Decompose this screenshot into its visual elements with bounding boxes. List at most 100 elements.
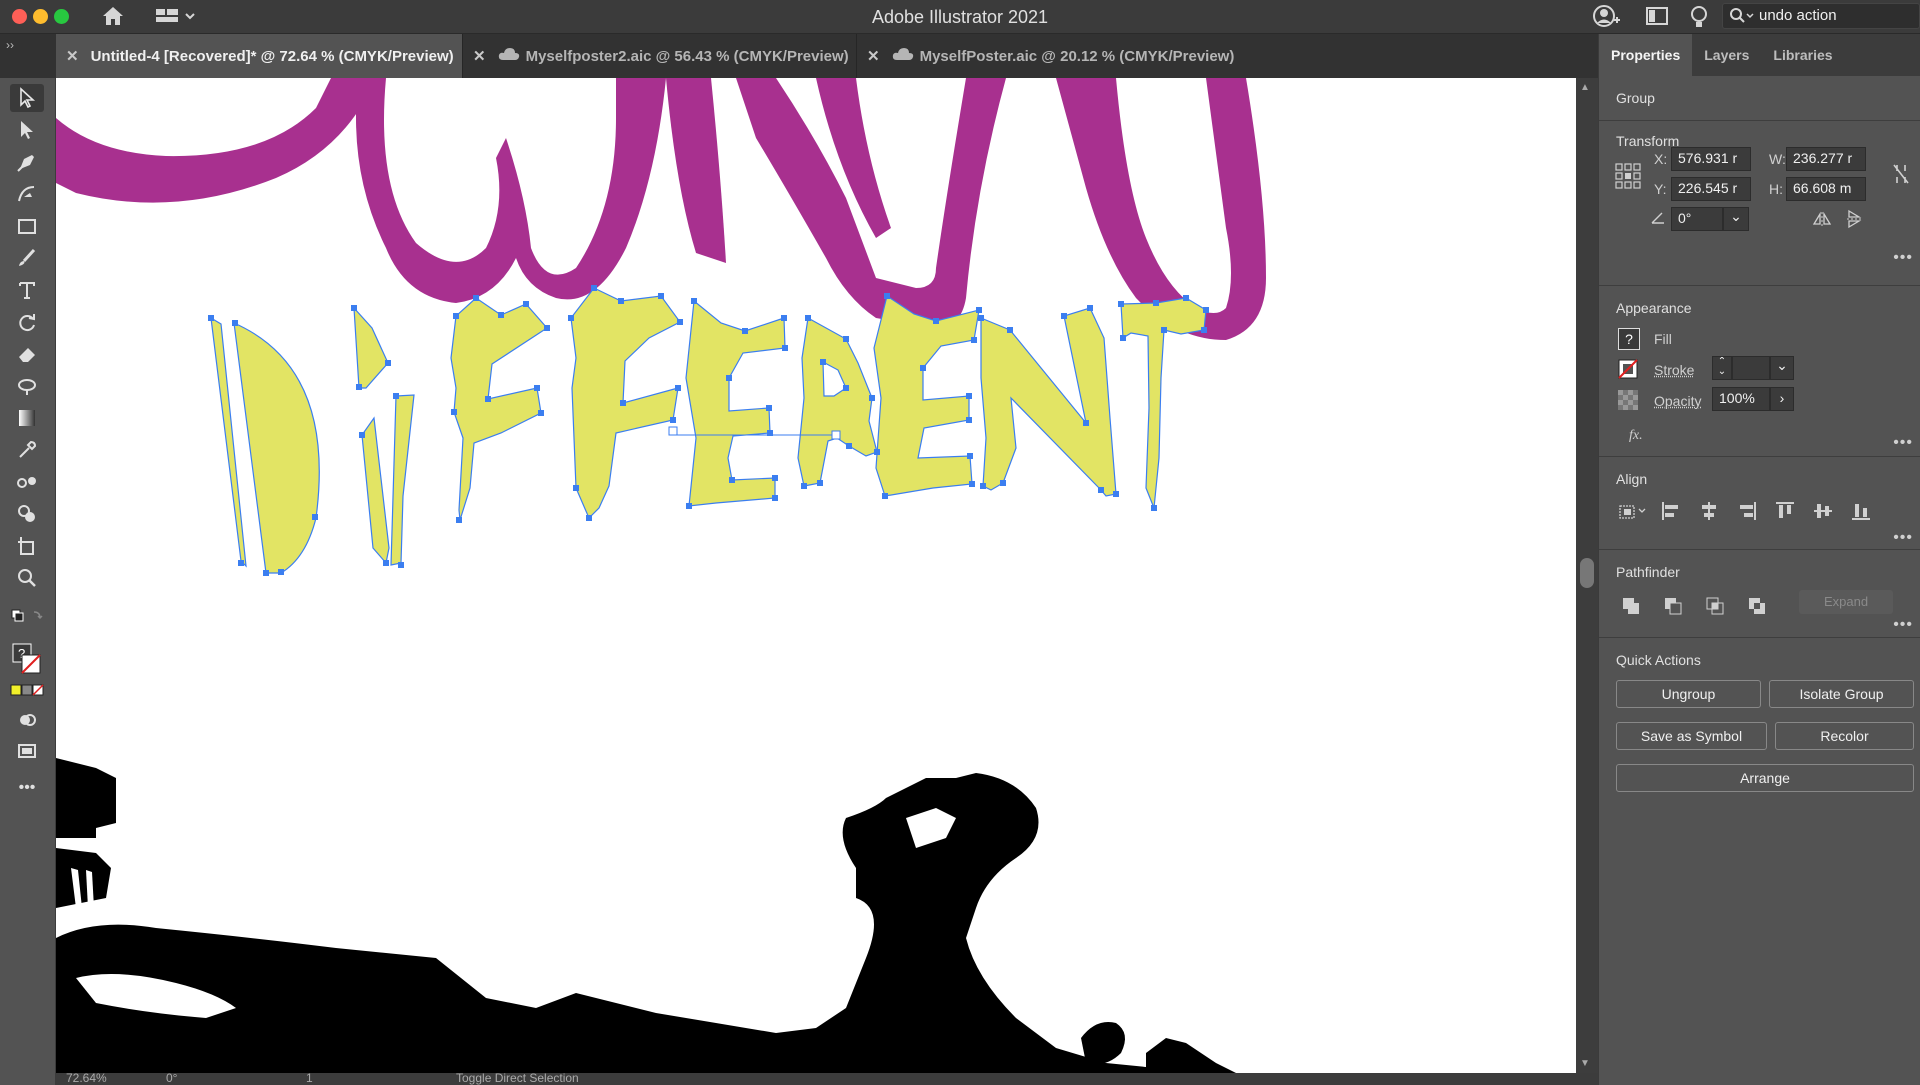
pathfinder-minus-front-icon[interactable] <box>1661 594 1685 618</box>
search-input-value: undo action <box>1759 7 1837 24</box>
fill-stroke-swatches[interactable]: ? <box>10 640 44 678</box>
tab-layers[interactable]: Layers <box>1692 34 1761 76</box>
rotate-dropdown-icon[interactable]: ⌄ <box>1723 207 1749 231</box>
rectangle-tool-icon[interactable] <box>10 212 44 240</box>
pathfinder-section: Pathfinder Expand ••• <box>1599 550 1920 638</box>
zoom-level[interactable]: 72.64% <box>66 1071 107 1085</box>
w-label: W: <box>1769 151 1786 167</box>
eyedropper-tool-icon[interactable] <box>10 436 44 464</box>
appearance-more-icon[interactable]: ••• <box>1893 434 1913 452</box>
discover-lightbulb-icon[interactable] <box>1688 4 1710 35</box>
pathfinder-unite-icon[interactable] <box>1619 594 1643 618</box>
width-tool-icon[interactable] <box>10 372 44 400</box>
rotation-view[interactable]: 0° <box>166 1071 177 1085</box>
status-tool-hint: Toggle Direct Selection <box>456 1071 579 1085</box>
tab-libraries[interactable]: Libraries <box>1761 34 1844 76</box>
transform-more-icon[interactable]: ••• <box>1893 249 1913 267</box>
curvature-tool-icon[interactable] <box>10 180 44 208</box>
constrain-proportions-icon[interactable] <box>1889 161 1913 187</box>
close-tab-icon[interactable]: ✕ <box>867 47 880 65</box>
reference-point-icon[interactable] <box>1614 162 1642 190</box>
align-horizontal-center-icon[interactable] <box>1697 499 1721 523</box>
expand-button[interactable]: Expand <box>1799 590 1893 614</box>
blend-tool-icon[interactable] <box>10 468 44 496</box>
drawing-modes-icon[interactable] <box>10 706 44 734</box>
h-label: H: <box>1769 181 1783 197</box>
document-tab-myselfposter[interactable]: ✕ MyselfPoster.aic @ 20.12 % (CMYK/Previ… <box>856 34 1246 78</box>
screen-mode-icon[interactable] <box>10 738 44 766</box>
fill-swatch-unknown-icon[interactable]: ? <box>1618 328 1640 350</box>
collapse-panels-icon[interactable]: ›› <box>6 38 14 52</box>
arrange-documents-icon[interactable] <box>1645 4 1669 33</box>
scroll-down-icon[interactable]: ▼ <box>1580 1058 1590 1069</box>
align-to-selection-icon[interactable] <box>1617 499 1649 523</box>
opacity-field[interactable]: 100% <box>1712 387 1770 411</box>
align-left-icon[interactable] <box>1659 499 1683 523</box>
isolate-group-button[interactable]: Isolate Group <box>1769 680 1914 708</box>
align-more-icon[interactable]: ••• <box>1893 529 1913 547</box>
artwork <box>56 78 1266 1073</box>
stroke-swatch-none-icon[interactable] <box>1618 359 1638 379</box>
align-top-icon[interactable] <box>1773 499 1797 523</box>
type-tool-icon[interactable] <box>10 276 44 304</box>
align-vertical-center-icon[interactable] <box>1811 499 1835 523</box>
fx-icon[interactable]: fx. <box>1629 428 1643 444</box>
artboard-tool-icon[interactable] <box>10 532 44 560</box>
fill-label: Fill <box>1654 331 1672 347</box>
bezier-handle[interactable] <box>831 430 841 440</box>
gradient-tool-icon[interactable] <box>10 404 44 432</box>
x-field[interactable]: 576.931 r <box>1671 147 1751 171</box>
direct-selection-tool-icon[interactable] <box>10 116 44 144</box>
h-field[interactable]: 66.608 m <box>1786 177 1866 201</box>
align-title: Align <box>1616 471 1648 487</box>
artboard-navigation[interactable]: 1 <box>306 1071 313 1085</box>
paintbrush-tool-icon[interactable] <box>10 244 44 272</box>
edit-toolbar-more-icon[interactable]: ••• <box>10 774 44 802</box>
arrange-button[interactable]: Arrange <box>1616 764 1914 792</box>
align-bottom-icon[interactable] <box>1849 499 1873 523</box>
shape-builder-tool-icon[interactable] <box>10 500 44 528</box>
close-tab-icon[interactable]: ✕ <box>66 47 79 65</box>
zoom-tool-icon[interactable] <box>10 564 44 592</box>
stroke-weight-field[interactable] <box>1732 356 1770 380</box>
tab-properties[interactable]: Properties <box>1599 34 1693 76</box>
w-field[interactable]: 236.277 r <box>1786 147 1866 171</box>
opacity-expand-icon[interactable]: › <box>1770 387 1794 411</box>
scroll-thumb[interactable] <box>1580 558 1594 588</box>
artboard[interactable] <box>56 78 1576 1073</box>
pen-tool-icon[interactable] <box>10 148 44 176</box>
color-mode-icon[interactable] <box>10 682 44 698</box>
pathfinder-more-icon[interactable]: ••• <box>1893 616 1913 634</box>
y-field[interactable]: 226.545 r <box>1671 177 1751 201</box>
flip-vertical-icon[interactable] <box>1843 209 1865 229</box>
bezier-handle[interactable] <box>668 426 678 436</box>
pathfinder-exclude-icon[interactable] <box>1745 594 1769 618</box>
close-tab-icon[interactable]: ✕ <box>473 47 486 65</box>
document-tab-untitled-4[interactable]: ✕ Untitled-4 [Recovered]* @ 72.64 % (CMY… <box>56 34 462 78</box>
rotate-tool-icon[interactable] <box>10 308 44 336</box>
vertical-scrollbar[interactable]: ▲ ▼ <box>1576 78 1598 1073</box>
eraser-tool-icon[interactable] <box>10 340 44 368</box>
quick-actions-title: Quick Actions <box>1616 652 1701 668</box>
stroke-weight-dropdown-icon[interactable]: ⌄ <box>1770 356 1794 380</box>
opacity-label[interactable]: Opacity <box>1654 393 1701 409</box>
align-right-icon[interactable] <box>1735 499 1759 523</box>
recolor-button[interactable]: Recolor <box>1775 722 1914 750</box>
selection-tool-icon[interactable] <box>10 84 44 112</box>
pathfinder-intersect-icon[interactable] <box>1703 594 1727 618</box>
default-fill-stroke-icon[interactable] <box>10 606 44 628</box>
canvas-area[interactable] <box>56 78 1576 1085</box>
align-section: Align ••• <box>1599 457 1920 550</box>
search-field[interactable]: undo action <box>1722 3 1920 29</box>
different-lettering <box>210 287 1207 574</box>
ungroup-button[interactable]: Ungroup <box>1616 680 1761 708</box>
document-tab-myselfposter2[interactable]: ✕ Myselfposter2.aic @ 56.43 % (CMYK/Prev… <box>462 34 856 78</box>
save-as-symbol-button[interactable]: Save as Symbol <box>1616 722 1767 750</box>
rotate-field[interactable]: 0° <box>1671 207 1723 231</box>
window-title: Adobe Illustrator 2021 <box>871 7 1049 27</box>
stroke-weight-stepper[interactable]: ⌃ ⌄ <box>1712 356 1732 380</box>
stroke-label[interactable]: Stroke <box>1654 362 1694 378</box>
flip-horizontal-icon[interactable] <box>1811 209 1833 229</box>
scroll-up-icon[interactable]: ▲ <box>1580 82 1590 93</box>
user-icon[interactable] <box>1592 4 1622 35</box>
